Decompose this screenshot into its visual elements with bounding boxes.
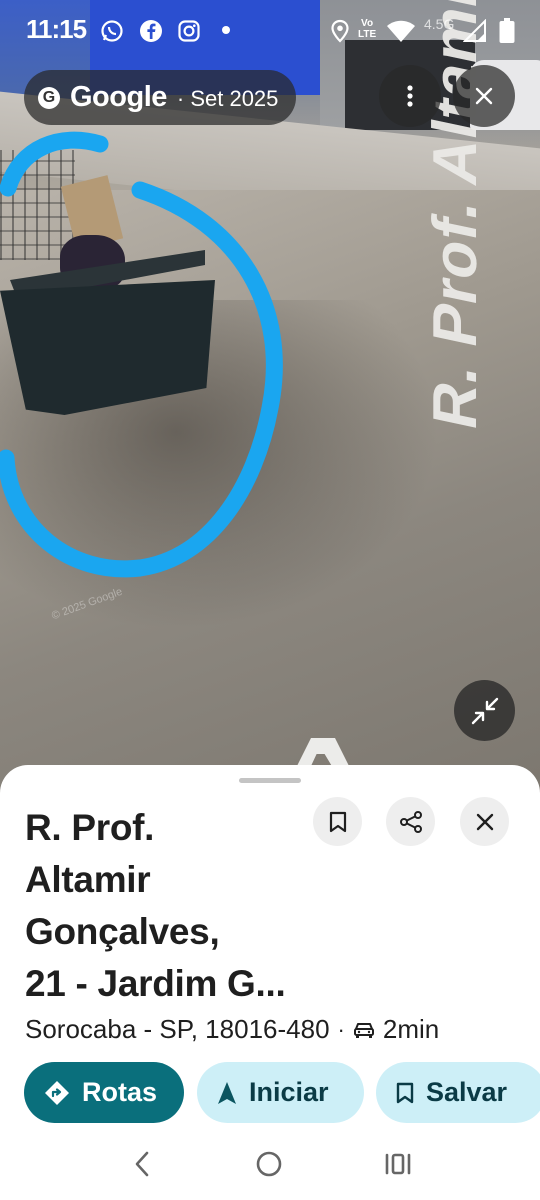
close-icon	[475, 87, 493, 105]
recents-button[interactable]	[381, 1147, 415, 1181]
travel-time: 2min	[382, 1014, 440, 1044]
title-line: Altamir	[25, 859, 151, 900]
separator: ·	[337, 1016, 345, 1042]
volte-indicator: Vo LTE	[358, 18, 376, 40]
battery-icon	[494, 18, 520, 44]
notification-dot	[222, 26, 230, 34]
back-button[interactable]	[125, 1147, 159, 1181]
system-navigation-bar	[0, 1125, 540, 1200]
imagery-info-pill[interactable]: G Google · Set 2025	[24, 70, 297, 125]
network-type: 4.5G	[424, 16, 455, 32]
share-icon	[399, 810, 422, 833]
brand-label: Google	[70, 81, 167, 113]
directions-icon	[45, 1080, 69, 1105]
title-line: Gonçalves,	[25, 911, 220, 952]
place-address-row: Sorocaba - SP, 18016-480 · 2min	[25, 1014, 439, 1045]
start-label: Iniciar	[249, 1077, 329, 1107]
title-line: R. Prof.	[25, 807, 155, 848]
collapse-button[interactable]	[454, 680, 515, 741]
recents-icon	[385, 1153, 411, 1175]
more-vert-icon	[407, 85, 413, 107]
home-icon	[256, 1151, 282, 1177]
bookmark-icon	[396, 1082, 414, 1103]
back-icon	[135, 1151, 149, 1177]
volte-bottom: LTE	[358, 29, 377, 40]
share-button[interactable]	[386, 797, 435, 846]
whatsapp-icon	[99, 18, 125, 44]
place-title: R. Prof. Altamir Gonçalves, 21 - Jardim …	[25, 802, 315, 1010]
start-navigation-button[interactable]: Iniciar	[197, 1062, 364, 1123]
capture-date: · Set 2025	[176, 86, 279, 111]
navigation-arrow-icon	[218, 1081, 236, 1104]
save-button[interactable]: Salvar	[376, 1062, 540, 1123]
instagram-icon	[176, 18, 202, 44]
save-label: Salvar	[426, 1077, 508, 1107]
routes-button[interactable]: Rotas	[24, 1062, 184, 1123]
status-bar: 11:15 Vo LTE 4.5G	[0, 0, 540, 64]
volte-top: Vo	[361, 18, 374, 29]
car-icon	[353, 1021, 375, 1039]
title-line: 21 - Jardim G...	[25, 963, 286, 1004]
drag-handle[interactable]	[239, 778, 301, 783]
close-icon	[476, 813, 493, 830]
signal-icon	[462, 18, 488, 44]
close-sheet-button[interactable]	[460, 797, 509, 846]
collapse-icon	[471, 697, 498, 724]
annotation-circle	[0, 131, 283, 578]
routes-label: Rotas	[82, 1077, 158, 1107]
location-icon	[327, 18, 353, 44]
place-address: Sorocaba - SP, 18016-480	[25, 1014, 330, 1044]
home-button[interactable]	[252, 1147, 286, 1181]
status-time: 11:15	[26, 14, 87, 44]
wifi-icon	[385, 18, 417, 44]
save-place-button[interactable]	[313, 797, 362, 846]
facebook-icon	[138, 18, 164, 44]
more-options-button[interactable]	[379, 65, 441, 127]
bookmark-icon	[329, 811, 346, 832]
close-street-view-button[interactable]	[453, 65, 515, 127]
google-g-icon: G	[38, 86, 60, 109]
